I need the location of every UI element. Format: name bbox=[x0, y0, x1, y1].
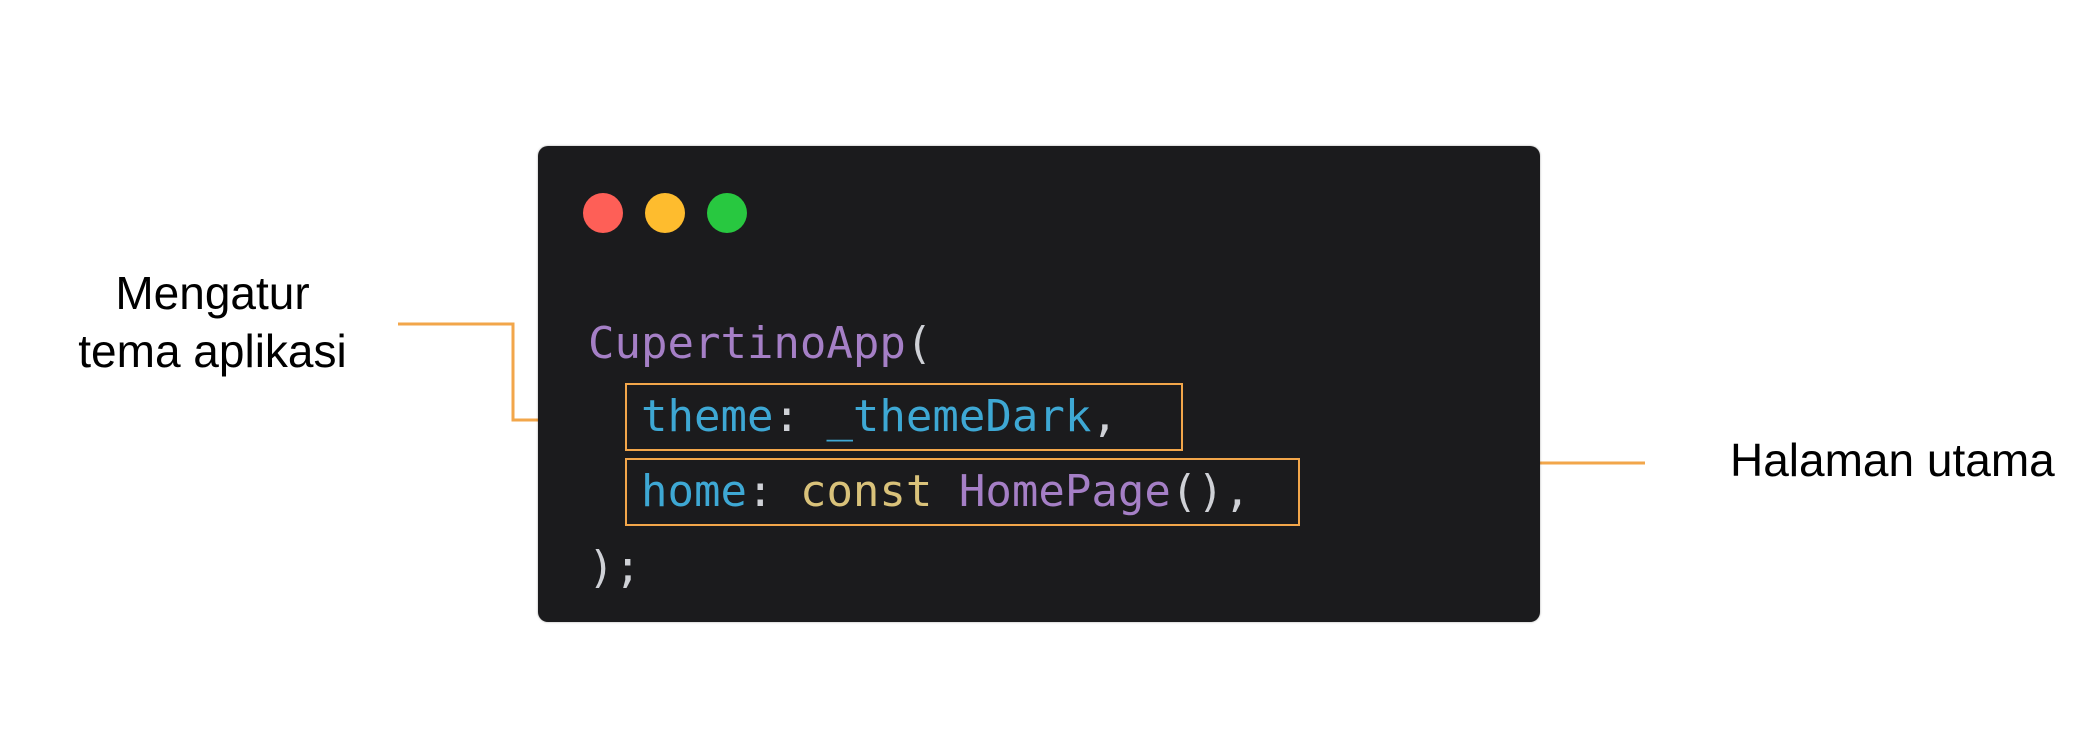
annotation-home: Halaman utama bbox=[1730, 434, 2055, 486]
close-dot-icon bbox=[583, 193, 623, 233]
code-keyword-const: const bbox=[799, 466, 933, 517]
code-colon-home: : bbox=[746, 466, 800, 517]
code-class-cupertinoapp: CupertinoApp bbox=[588, 318, 906, 369]
code-comma-theme: , bbox=[1091, 391, 1118, 442]
code-open-paren: ( bbox=[905, 318, 933, 369]
code-key-theme: theme bbox=[641, 391, 774, 442]
minimize-dot-icon bbox=[645, 193, 685, 233]
code-comma-home: , bbox=[1223, 466, 1251, 517]
annotation-theme: Mengatur tema aplikasi bbox=[40, 264, 385, 380]
code-line-4: ); bbox=[588, 540, 641, 596]
code-line-3: home: const HomePage(), bbox=[641, 464, 1250, 520]
code-close-paren-semicolon: ); bbox=[588, 542, 641, 593]
code-value-themedark: _themeDark bbox=[826, 391, 1092, 442]
code-call-parens: () bbox=[1170, 466, 1224, 517]
code-colon-theme: : bbox=[773, 391, 827, 442]
annotation-theme-line-2: tema aplikasi bbox=[78, 325, 347, 377]
code-line-1: CupertinoApp( bbox=[588, 316, 932, 372]
code-class-homepage: HomePage bbox=[958, 466, 1171, 517]
code-key-home: home bbox=[641, 466, 747, 517]
maximize-dot-icon bbox=[707, 193, 747, 233]
code-window: CupertinoApp( theme: _themeDark, home: c… bbox=[538, 146, 1540, 622]
code-line-2: theme: _themeDark, bbox=[641, 389, 1118, 445]
annotation-theme-line-1: Mengatur bbox=[115, 267, 310, 319]
